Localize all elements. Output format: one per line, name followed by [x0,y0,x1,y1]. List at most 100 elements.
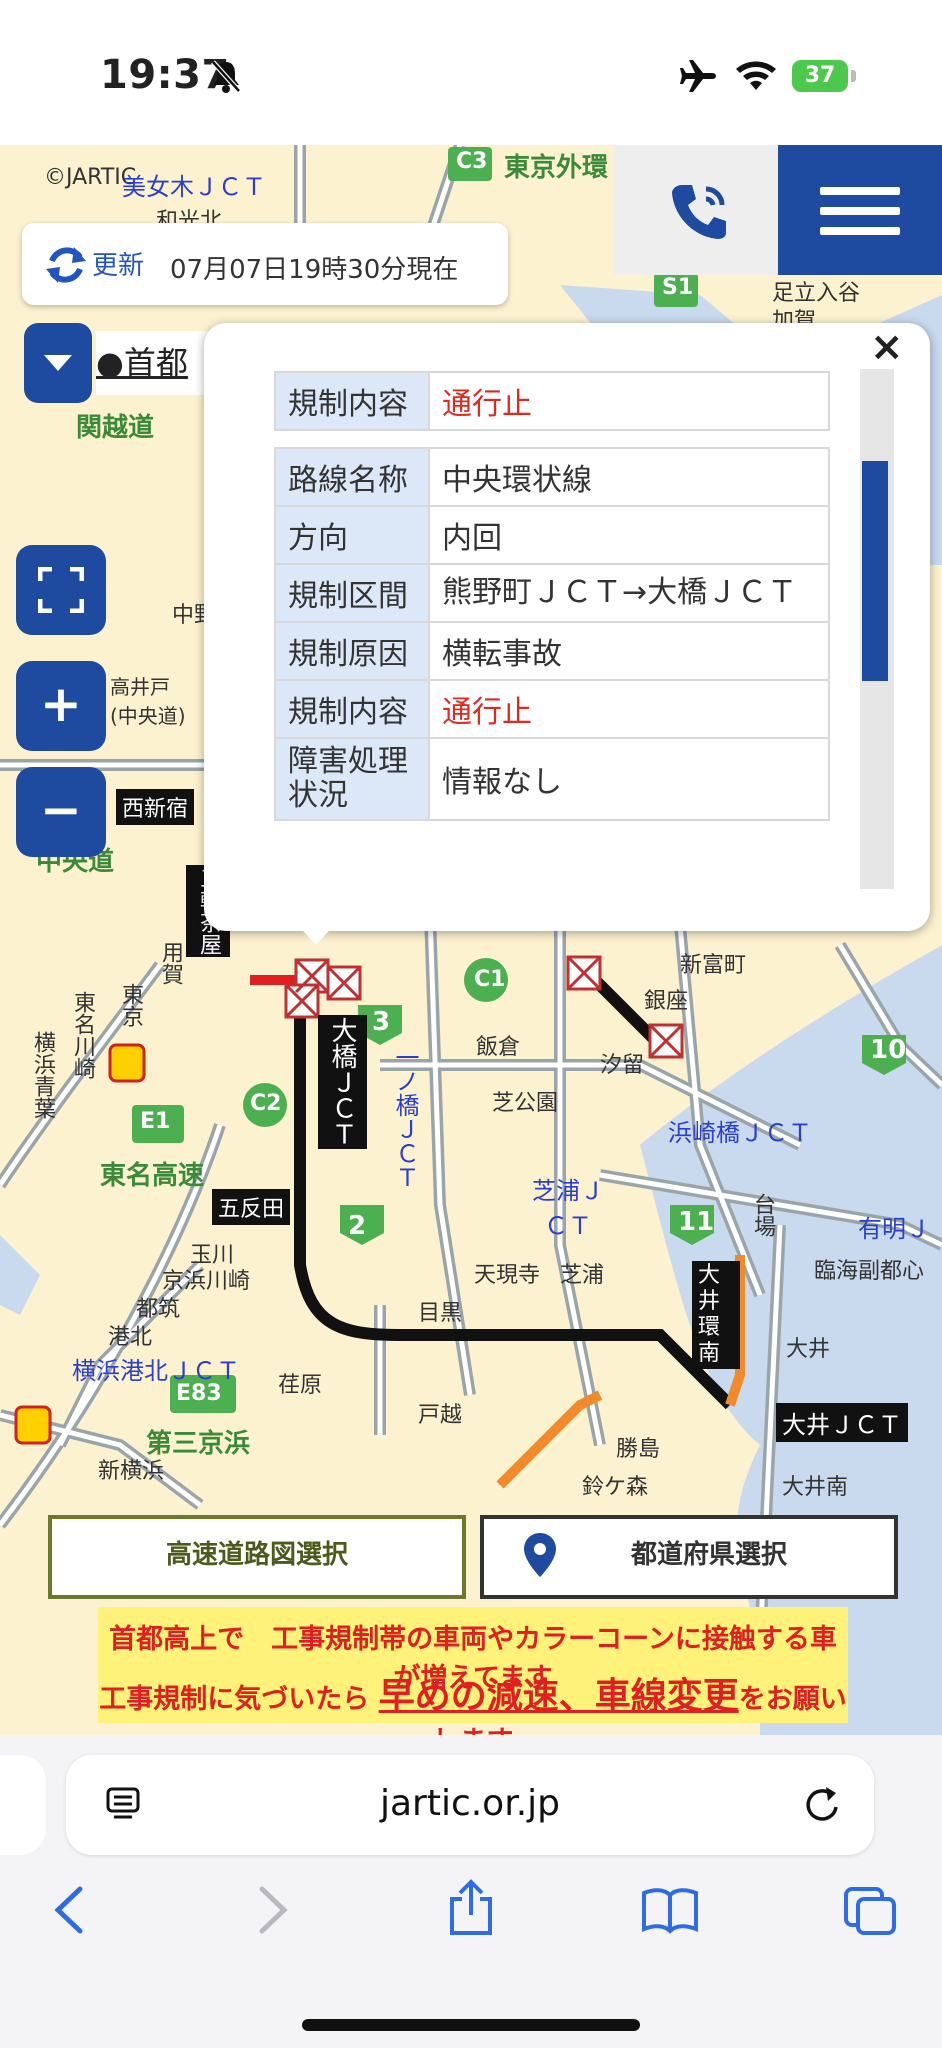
back-icon[interactable] [52,1885,86,1935]
map-route-shield: 3 [372,1007,391,1037]
home-indicator [302,2019,640,2031]
popup-pointer [294,921,338,945]
map-label: 五反田 [212,1189,291,1225]
battery-tip [851,70,856,82]
fullscreen-button[interactable] [16,545,106,635]
highway-map-select-button[interactable]: 高速道路図選択 [48,1515,466,1599]
table-row: 規制内容 通行止 [274,371,830,431]
refresh-button[interactable]: 更新 [92,245,144,282]
map-label: 有明Ｊ [858,1215,930,1243]
map-route-shield: C1 [474,967,506,992]
notice-line-2-emphasis: 早めの減速、車線変更 [378,1676,739,1717]
airplane-icon [680,60,716,92]
regulation-detail-table: 路線名称 中央環状線 方向 内回 規制区間 熊野町ＪＣＴ→大橋ＪＣＴ 規制原因 … [274,447,830,821]
refresh-icon[interactable] [44,241,88,289]
bell-muted-icon [211,60,241,93]
table-key: 障害処理状況 [274,737,430,821]
map-label: 臨海副都心 [814,1259,925,1284]
url-text: jartic.or.jp [379,1783,561,1824]
map-label: 新富町 [680,953,747,978]
menu-button[interactable] [778,145,942,275]
zoom-in-button[interactable]: + [16,661,106,751]
bookmarks-icon[interactable] [640,1885,700,1935]
map-label: 東京 [118,983,143,1027]
hamburger-icon [820,207,900,215]
location-pin-icon [524,1533,556,1577]
status-bar: 19:37 37 [0,0,942,145]
table-key: 路線名称 [274,447,430,507]
table-value: 熊野町ＪＣＴ→大橋ＪＣＴ [428,563,830,623]
previous-tab-preview[interactable] [0,1755,46,1855]
table-value: 内回 [428,505,830,565]
prefecture-select-button[interactable]: 都道府県選択 [480,1515,898,1599]
map-label: 芝浦ＪＣＴ [532,1177,604,1240]
map-route-shield: C3 [456,149,488,174]
map-route-shield: C2 [250,1091,282,1116]
table-row: 規制原因 横転事故 [274,621,830,681]
map-label: 荏原 [278,1373,323,1398]
map-label: 西新宿 [116,789,195,825]
notice-line-2: 工事規制に気づいたら 早めの減速、車線変更をお願いします [98,1667,848,1735]
notice-banner[interactable]: 首都高上で 工事規制帯の車両やカラーコーンに接触する車が増えてます 工事規制に気… [98,1607,848,1735]
table-row: 方向 内回 [274,505,830,565]
map-label: 目黒 [418,1301,463,1326]
refresh-bar: 更新 07月07日19時30分現在 [22,223,508,305]
hamburger-icon [820,187,900,195]
fullscreen-icon [38,567,84,613]
zoom-out-button[interactable]: − [16,767,106,857]
traffic-map[interactable]: ©JARTIC 美女木ＪＣＴ 和光北 C3 東京外環 S1 足立入谷 加賀 関越… [0,145,942,1735]
route-selector-label[interactable]: ●首都 [96,331,216,395]
notice-line-2-pre: 工事規制に気づいたら [99,1684,370,1715]
minus-icon: − [40,781,82,839]
table-key: 方向 [274,505,430,565]
browser-toolbar: jartic.or.jp [0,1735,942,2048]
map-label: 東名高速 [100,1161,205,1191]
battery-indicator: 37 [792,60,848,92]
chevron-down-icon [44,355,72,371]
map-label: 大井南 [782,1475,849,1500]
map-label: 戸越 [418,1403,463,1428]
plus-icon: + [40,675,82,733]
table-value: 通行止 [428,371,830,431]
map-label: 勝島 [616,1437,661,1462]
map-label: 台場 [750,1193,775,1237]
map-label: 美女木ＪＣＴ [122,173,266,201]
close-icon[interactable]: × [870,327,904,367]
table-row: 障害処理状況 情報なし [274,737,830,821]
table-key: 規制区間 [274,563,430,623]
table-key: 規制内容 [274,679,430,739]
map-label: 港北 [108,1325,153,1350]
table-key: 規制内容 [274,371,430,431]
phone-button[interactable] [614,145,778,275]
map-route-shield: 10 [870,1035,907,1065]
map-label: 大井環南 [692,1261,740,1369]
map-label: 飯倉 [476,1035,521,1060]
map-label: 東名川崎 [70,991,95,1079]
table-row: 規制区間 熊野町ＪＣＴ→大橋ＪＣＴ [274,563,830,623]
map-label: 天現寺 [474,1263,541,1288]
popup-scrollbar-thumb[interactable] [862,461,888,681]
share-icon[interactable] [446,1879,496,1937]
reload-icon[interactable] [802,1783,842,1827]
map-label: 一ノ橋ＪＣＴ [391,1045,419,1189]
route-dropdown-button[interactable] [24,323,92,403]
map-label: 大橋ＪＣＴ [318,1015,367,1149]
table-key: 規制原因 [274,621,430,681]
address-bar[interactable]: jartic.or.jp [66,1755,874,1855]
map-label: 大井 [786,1337,831,1362]
wifi-icon [736,61,776,90]
phone-icon [672,185,726,239]
map-label: 汐留 [600,1053,645,1078]
map-label: 関越道 [76,413,155,443]
prefecture-select-label: 都道府県選択 [630,1540,787,1570]
map-route-shield: E1 [140,1109,171,1134]
map-label: 新横浜 [98,1459,165,1484]
map-route-shield: 11 [678,1207,715,1237]
regulation-summary-table: 規制内容 通行止 [274,371,830,431]
map-label: 用賀 [158,941,183,985]
tabs-icon[interactable] [842,1885,898,1937]
map-label: 高井戸 (中央道) [110,675,186,728]
highway-map-select-label: 高速道路図選択 [165,1540,348,1570]
forward-icon[interactable] [256,1885,290,1935]
map-label: 横浜青葉 [30,1031,55,1119]
